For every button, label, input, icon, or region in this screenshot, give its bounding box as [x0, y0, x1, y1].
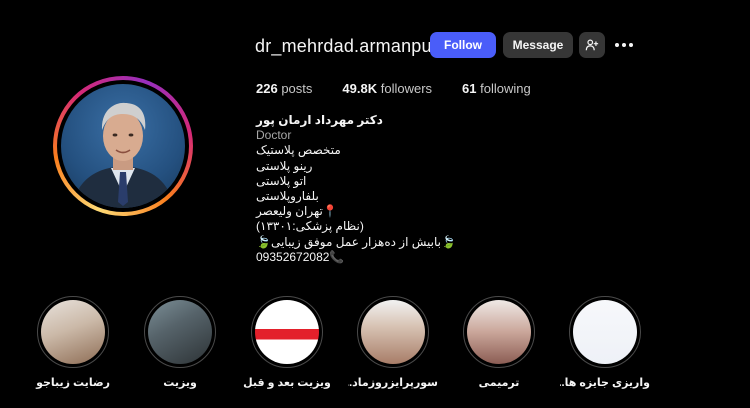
posts-label: posts — [281, 81, 313, 96]
highlight-ring — [144, 296, 216, 368]
highlight-thumbnail — [467, 300, 531, 364]
following-stat[interactable]: 61 following — [462, 81, 531, 96]
profile-bio: دکتر مهرداد ارمان پور Doctor متخصص پلاست… — [256, 113, 516, 265]
highlight-label: ویزیت بعد و قبل — [243, 377, 331, 389]
highlight-label: سورپرایزروزماد... — [348, 377, 438, 389]
profile-avatar-ring[interactable] — [53, 76, 193, 216]
highlight-ring — [357, 296, 429, 368]
bio-line: متخصص پلاستیک — [256, 143, 341, 158]
add-user-button[interactable] — [579, 32, 605, 58]
profile-full-name: دکتر مهرداد ارمان پور — [256, 113, 383, 127]
posts-count: 226 — [256, 81, 278, 96]
story-highlight[interactable]: ترمیمی — [454, 296, 544, 389]
follow-button[interactable]: Follow — [430, 32, 496, 58]
highlight-thumbnail — [255, 300, 319, 364]
highlight-ring — [569, 296, 641, 368]
more-options-icon[interactable] — [613, 36, 635, 54]
bio-line: رینو پلاستی — [256, 158, 313, 173]
person-add-icon — [585, 39, 599, 51]
more-dot — [615, 43, 619, 47]
highlight-ring — [37, 296, 109, 368]
story-highlight[interactable]: رضایت زیباجو — [28, 296, 118, 389]
message-button[interactable]: Message — [503, 32, 573, 58]
highlight-thumbnail — [41, 300, 105, 364]
bio-phone-link[interactable]: 09352672082📞 — [256, 250, 516, 265]
bio-line: 📍تهران ولیعصر — [256, 204, 338, 219]
more-dot — [629, 43, 633, 47]
profile-avatar[interactable] — [61, 84, 185, 208]
followers-stat[interactable]: 49.8K followers — [342, 81, 432, 96]
highlight-label: ویزیت — [163, 377, 197, 389]
highlight-ring — [251, 296, 323, 368]
bio-line: اتو پلاستی — [256, 173, 307, 188]
highlight-thumbnail — [148, 300, 212, 364]
highlight-ring — [463, 296, 535, 368]
story-highlight[interactable]: ویزیت بعد و قبل — [242, 296, 332, 389]
highlight-thumbnail — [573, 300, 637, 364]
bio-line: بلفاروپلاستی — [256, 189, 319, 204]
avatar-portrait-image — [71, 102, 175, 208]
bio-line: 🍃بابیش از ده‌هزار عمل موفق زیبایی🍃 — [256, 234, 456, 249]
profile-username: dr_mehrdad.armanpur — [255, 36, 438, 56]
story-highlight[interactable]: ویزیت — [135, 296, 225, 389]
following-label: following — [480, 81, 531, 96]
followers-count: 49.8K — [342, 81, 378, 96]
profile-stats: 226 posts 49.8K followers 61 following — [256, 81, 561, 96]
bio-line: (نظام پزشکی:۱۳۳۰۱) — [256, 219, 364, 234]
highlight-label: رضایت زیباجو — [36, 377, 110, 389]
following-count: 61 — [462, 81, 477, 96]
followers-label: followers — [380, 81, 433, 96]
story-highlight[interactable]: واریزی جایزه ها... — [560, 296, 650, 389]
avatar-gap — [57, 80, 189, 212]
profile-category: Doctor — [256, 128, 292, 143]
story-highlight[interactable]: سورپرایزروزماد... — [348, 296, 438, 389]
highlight-label: ترمیمی — [478, 377, 520, 389]
posts-stat[interactable]: 226 posts — [256, 81, 312, 96]
more-dot — [622, 43, 626, 47]
highlight-label: واریزی جایزه ها... — [560, 377, 650, 389]
highlight-thumbnail — [361, 300, 425, 364]
